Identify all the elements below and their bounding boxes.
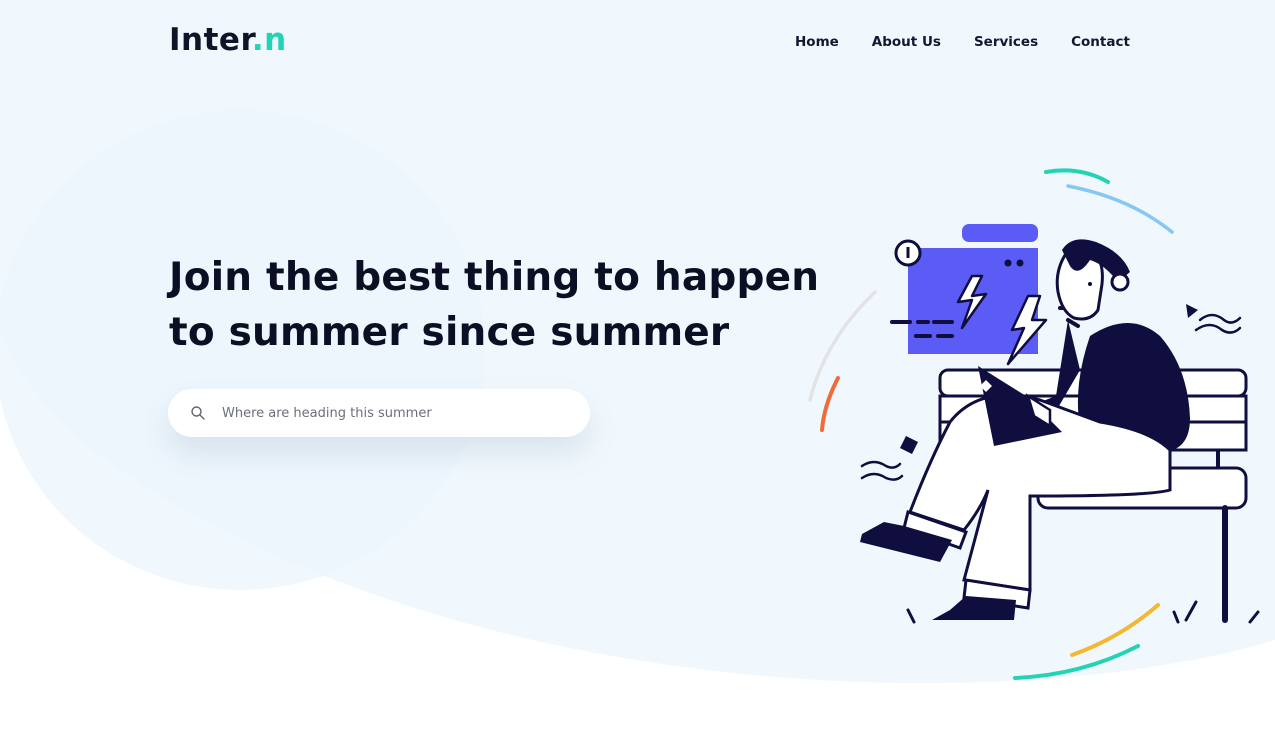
nav-home[interactable]: Home bbox=[795, 34, 839, 50]
main-nav: Home About Us Services Contact bbox=[795, 34, 1163, 50]
search-bar[interactable] bbox=[168, 389, 590, 437]
person-on-bench-with-laptop-illustration bbox=[808, 168, 1260, 680]
nav-contact[interactable]: Contact bbox=[1071, 34, 1130, 50]
nav-about-us[interactable]: About Us bbox=[872, 34, 941, 50]
search-input[interactable] bbox=[220, 397, 564, 429]
brand-accent: .n bbox=[251, 22, 287, 58]
nav-services[interactable]: Services bbox=[974, 34, 1038, 50]
search-icon bbox=[190, 405, 206, 421]
hero-title: Join the best thing to happen to summer … bbox=[169, 255, 820, 355]
brand-name: Inter bbox=[169, 22, 252, 58]
brand-logo[interactable]: Inter.n bbox=[169, 22, 287, 58]
